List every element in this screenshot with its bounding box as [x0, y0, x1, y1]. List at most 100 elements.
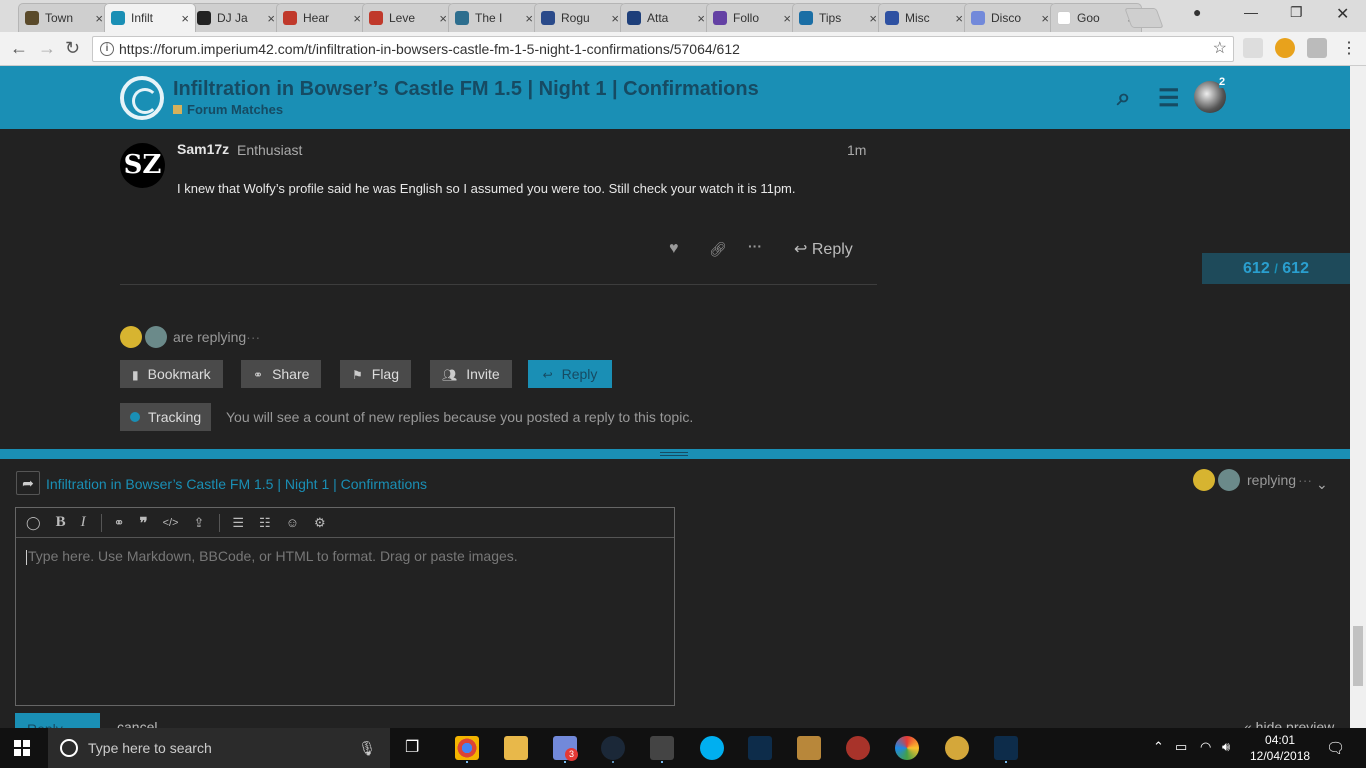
category-badge[interactable]: Forum Matches: [173, 102, 283, 117]
bookmark-star-icon[interactable]: ☆: [1213, 37, 1227, 61]
browser-tab[interactable]: Town ×: [18, 3, 110, 32]
copy-link-icon[interactable]: 🔗︎: [709, 241, 727, 258]
colorful-app-icon[interactable]: [895, 736, 919, 760]
volume-icon[interactable]: 🔊︎: [1222, 739, 1230, 755]
url-input[interactable]: i https://forum.imperium42.com/t/infiltr…: [92, 36, 1234, 62]
system-clock[interactable]: 04:01 12/04/2018: [1250, 732, 1310, 764]
notification-badge[interactable]: 2: [1219, 76, 1226, 88]
hyperlink-icon[interactable]: ⚭: [114, 515, 125, 531]
replying-user-avatar[interactable]: [145, 326, 167, 348]
scrollbar-thumb[interactable]: [1353, 626, 1363, 686]
browser-tab[interactable]: Atta ×: [620, 3, 712, 32]
skype-icon[interactable]: [700, 736, 724, 760]
emoji-icon[interactable]: ☺: [286, 515, 299, 530]
bullet-list-icon[interactable]: ☰: [232, 515, 244, 531]
more-options-icon[interactable]: ···: [748, 238, 762, 254]
browser-tab[interactable]: Leve ×: [362, 3, 454, 32]
extension-pdf-icon[interactable]: [1243, 38, 1263, 58]
tab-close-icon[interactable]: ×: [697, 11, 705, 26]
quote-bubble-icon[interactable]: ◯: [26, 515, 41, 531]
hamburger-menu-icon[interactable]: ☰: [1158, 84, 1180, 113]
gear-icon[interactable]: ⚙: [314, 515, 326, 531]
maximize-button[interactable]: ❐: [1290, 4, 1303, 21]
network-icon[interactable]: ▭: [1175, 739, 1187, 755]
tab-close-icon[interactable]: ×: [783, 11, 791, 26]
browser-tab[interactable]: Hear ×: [276, 3, 368, 32]
numbered-list-icon[interactable]: ☷: [259, 515, 271, 531]
post-reply-button[interactable]: ↩ Reply: [794, 239, 853, 259]
chevron-down-icon[interactable]: ⌄: [1316, 476, 1328, 493]
reload-icon[interactable]: ↻: [65, 38, 80, 59]
extension-r-icon[interactable]: [1307, 38, 1327, 58]
search-icon[interactable]: ⌕: [1117, 84, 1130, 112]
composer-resize-grip[interactable]: [660, 452, 688, 456]
tab-close-icon[interactable]: ×: [181, 11, 189, 26]
blockquote-icon[interactable]: ❞: [139, 514, 147, 532]
tab-close-icon[interactable]: ×: [611, 11, 619, 26]
battlenet-icon[interactable]: [748, 736, 772, 760]
tab-close-icon[interactable]: ×: [525, 11, 533, 26]
post-time[interactable]: 1m: [847, 142, 866, 158]
tab-close-icon[interactable]: ×: [1041, 11, 1049, 26]
back-icon[interactable]: ←: [10, 38, 28, 59]
microphone-icon[interactable]: 🎙︎: [358, 728, 376, 768]
task-view-icon[interactable]: ❐: [405, 737, 419, 757]
notification-level-button[interactable]: Tracking: [120, 403, 212, 431]
tab-close-icon[interactable]: ×: [267, 11, 275, 26]
steam-icon[interactable]: [601, 736, 625, 760]
browser-tab[interactable]: Misc ×: [878, 3, 970, 32]
topic-reply-button[interactable]: ↩ Reply: [528, 360, 612, 388]
chrome-taskbar-icon[interactable]: [455, 736, 479, 760]
code-icon[interactable]: </>: [163, 517, 179, 529]
flag-button[interactable]: ⚑ Flag: [340, 360, 411, 388]
post-username[interactable]: Sam17z: [177, 141, 229, 157]
browser-tab[interactable]: Disco ×: [964, 3, 1056, 32]
tray-chevron-up-icon[interactable]: ⌃: [1153, 739, 1164, 755]
timeline-progress[interactable]: 612 / 612: [1202, 253, 1350, 284]
browser-tab[interactable]: The I ×: [448, 3, 540, 32]
new-tab-button[interactable]: [1124, 8, 1164, 28]
browser-tab[interactable]: Rogu ×: [534, 3, 626, 32]
bold-icon[interactable]: B: [56, 514, 66, 531]
browser-tab[interactable]: Tips ×: [792, 3, 884, 32]
topic-title[interactable]: Infiltration in Bowser’s Castle FM 1.5 |…: [173, 78, 759, 101]
italic-icon[interactable]: I: [81, 514, 86, 531]
like-heart-icon[interactable]: ♥: [669, 240, 679, 258]
composer-replying-avatar[interactable]: [1218, 469, 1240, 491]
tab-close-icon[interactable]: ×: [955, 11, 963, 26]
game-app-icon[interactable]: [650, 736, 674, 760]
composer-replying-avatar[interactable]: [1193, 469, 1215, 491]
bookmark-button[interactable]: ▮ Bookmark: [120, 360, 223, 388]
taskbar-search-input[interactable]: Type here to search 🎙︎: [48, 728, 390, 768]
battlenet-app-icon[interactable]: [994, 736, 1018, 760]
chrome-menu-icon[interactable]: ⋮: [1341, 38, 1357, 58]
minimize-button[interactable]: —: [1244, 4, 1258, 20]
game-launcher-icon[interactable]: [846, 736, 870, 760]
close-window-button[interactable]: ✕: [1336, 4, 1349, 24]
tab-close-icon[interactable]: ×: [95, 11, 103, 26]
browser-tab[interactable]: Follo ×: [706, 3, 798, 32]
post-author-avatar[interactable]: SZ: [120, 143, 165, 188]
tab-close-icon[interactable]: ×: [353, 11, 361, 26]
composer-topic-link[interactable]: Infiltration in Bowser’s Castle FM 1.5 |…: [46, 476, 427, 492]
tab-close-icon[interactable]: ×: [439, 11, 447, 26]
composer-textarea[interactable]: Type here. Use Markdown, BBCode, or HTML…: [16, 538, 674, 575]
wifi-icon[interactable]: ◠: [1200, 739, 1211, 755]
site-logo[interactable]: [120, 76, 164, 120]
page-scrollbar[interactable]: [1350, 66, 1366, 728]
file-explorer-icon[interactable]: [504, 736, 528, 760]
profile-icon[interactable]: ●: [1193, 4, 1201, 20]
discord-taskbar-icon[interactable]: 3: [553, 736, 578, 761]
upload-icon[interactable]: ⇪: [193, 515, 204, 531]
forward-icon[interactable]: →: [38, 38, 56, 59]
tab-close-icon[interactable]: ×: [869, 11, 877, 26]
invite-button[interactable]: 👥︎ Invite: [430, 360, 512, 388]
action-center-icon[interactable]: 🗨︎: [1326, 739, 1345, 757]
extension-honey-icon[interactable]: [1275, 38, 1295, 58]
site-info-icon[interactable]: i: [100, 42, 114, 56]
stopwatch-icon[interactable]: [945, 736, 969, 760]
reply-action-icon[interactable]: ➦: [16, 471, 40, 495]
hearthstone-icon[interactable]: [797, 736, 821, 760]
windows-start-button[interactable]: [14, 740, 31, 757]
share-button[interactable]: ⚭ Share: [241, 360, 322, 388]
